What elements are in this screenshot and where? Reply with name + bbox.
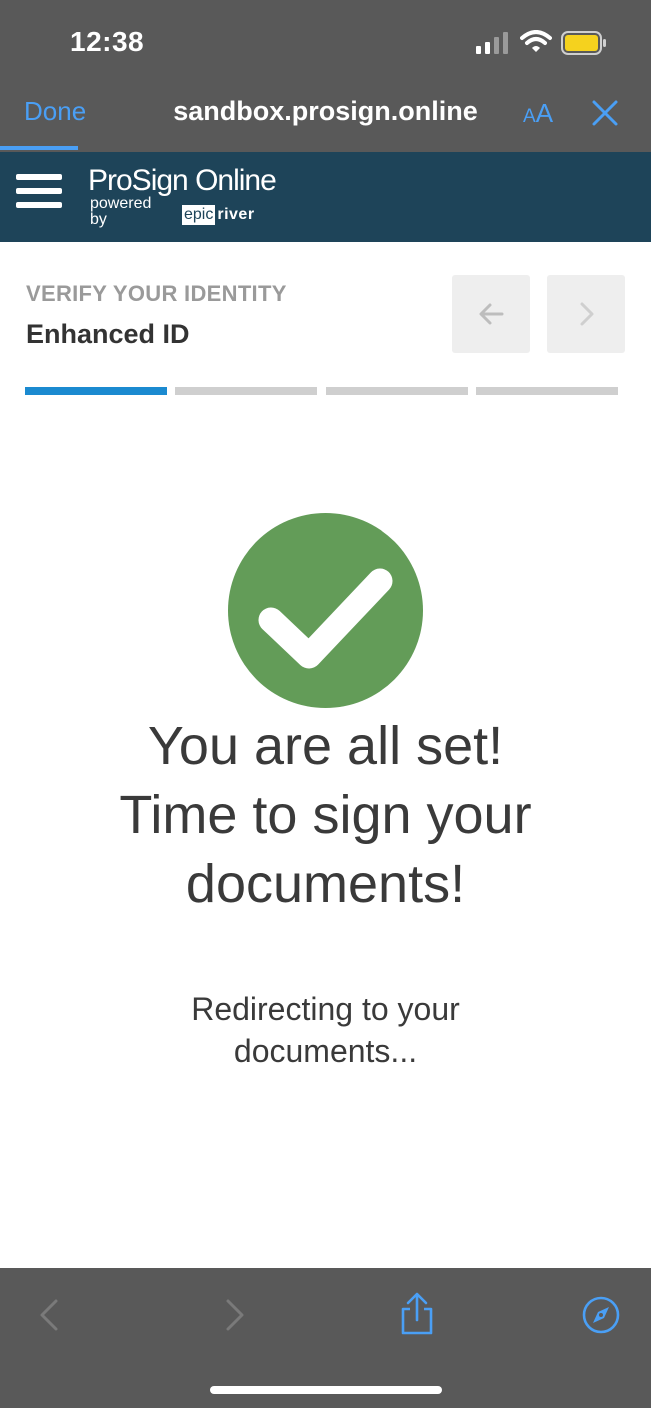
progress-segment (326, 387, 468, 395)
text-size-button[interactable]: AA (523, 98, 553, 129)
menu-icon[interactable] (16, 174, 62, 214)
success-line: documents! (185, 854, 466, 914)
success-line: Time to sign your (119, 785, 532, 845)
progress-segment (476, 387, 618, 395)
home-indicator (210, 1386, 442, 1394)
redirect-line: Redirecting to your (191, 991, 460, 1027)
status-time: 12:38 (70, 26, 145, 57)
page-title: Enhanced ID (26, 319, 190, 349)
progress-segment (175, 387, 317, 395)
epic-label: epic (182, 205, 216, 225)
step-progress (25, 387, 618, 395)
success-line: You are all set! (147, 716, 504, 776)
share-icon[interactable] (398, 1292, 436, 1336)
app-header: ProSign Online powered by epic river (0, 152, 651, 242)
progress-segment (25, 387, 167, 395)
success-checkmark-icon (228, 513, 423, 708)
safari-compass-icon[interactable] (581, 1295, 621, 1335)
chevron-right-icon (580, 302, 594, 326)
powered-by-label: powered by (90, 195, 152, 228)
url-display[interactable]: sandbox.prosign.online (0, 96, 651, 127)
close-icon[interactable] (590, 98, 620, 128)
success-message: You are all set! Time to sign your docum… (40, 712, 611, 919)
text-size-large-label: A (535, 98, 554, 128)
forward-icon[interactable] (222, 1298, 248, 1332)
epic-river-logo: epic river (182, 205, 255, 225)
text-size-small-label: A (523, 106, 536, 127)
arrow-left-icon (479, 303, 504, 325)
done-button[interactable]: Done (24, 96, 86, 127)
step-eyebrow: VERIFY YOUR IDENTITY (26, 281, 287, 306)
checkmark-icon (258, 568, 393, 669)
back-icon[interactable] (36, 1298, 62, 1332)
browser-toolbar (0, 1268, 651, 1408)
next-step-button[interactable] (547, 275, 625, 353)
battery-icon (561, 31, 606, 55)
redirect-message: Redirecting to your documents... (100, 988, 551, 1072)
river-label: river (217, 206, 255, 223)
previous-step-button[interactable] (452, 275, 530, 353)
signal-icon (476, 32, 508, 54)
redirect-line: documents... (233, 1033, 418, 1069)
status-bar: 12:38 (0, 0, 651, 86)
brand-logo: ProSign Online (88, 164, 277, 197)
browser-bar: sandbox.prosign.online Done AA (0, 86, 651, 152)
page-load-progress (0, 146, 78, 150)
wifi-icon (520, 30, 552, 52)
